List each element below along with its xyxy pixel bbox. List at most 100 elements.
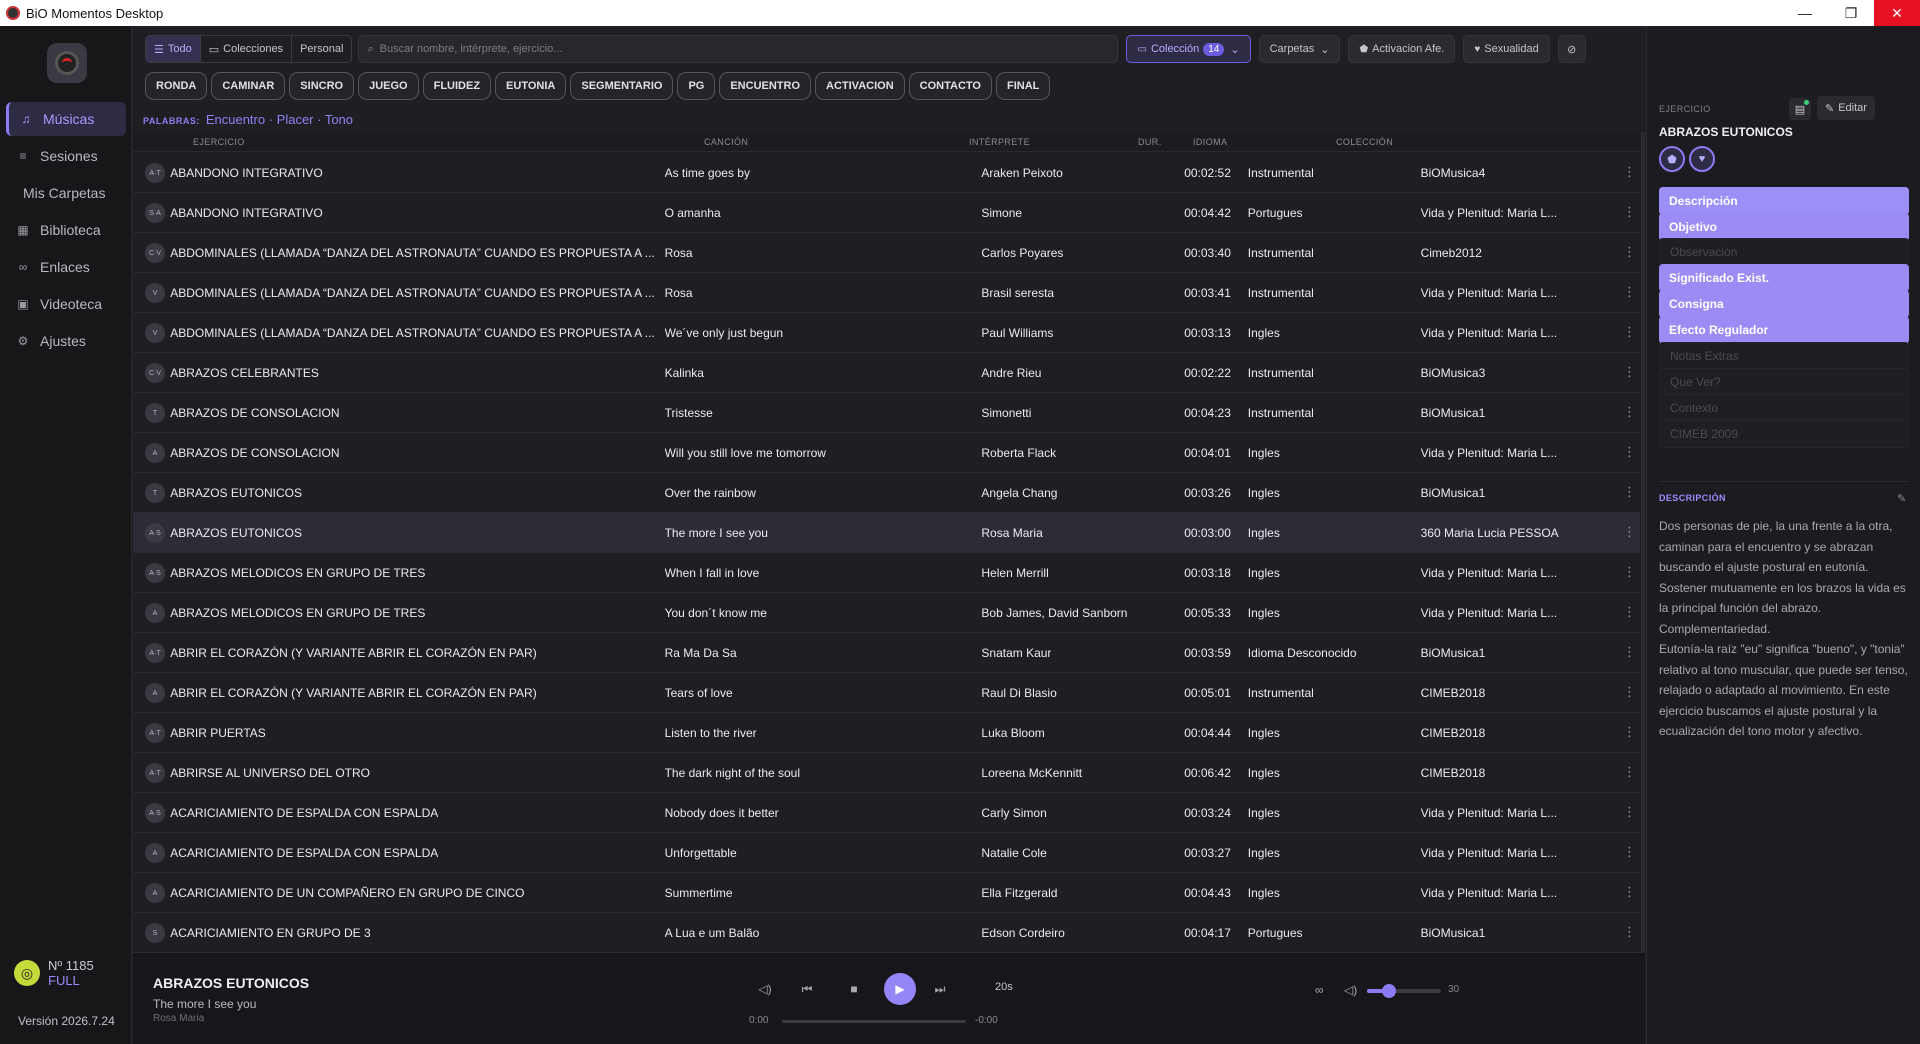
stop-icon[interactable]: ■: [840, 975, 868, 1003]
skip-seconds-button[interactable]: 20s: [995, 981, 1013, 993]
table-row[interactable]: C·V ABDOMINALES (LLAMADA “DANZA DEL ASTRO…: [133, 233, 1640, 273]
category-chip[interactable]: JUEGO: [358, 72, 419, 100]
coleccion-dropdown[interactable]: ▭ Colección 14 ⌄: [1126, 35, 1251, 63]
section-cimeb[interactable]: CIMEB 2009: [1659, 420, 1909, 448]
next-icon[interactable]: ⏭: [926, 975, 954, 1003]
section-notas-extras[interactable]: Notas Extras: [1659, 342, 1909, 370]
section-consigna[interactable]: Consigna: [1659, 290, 1909, 318]
sexualidad-filter-button[interactable]: ♥ Sexualidad: [1463, 35, 1550, 63]
table-row[interactable]: A·S ACARICIAMIENTO DE ESPALDA CON ESPALDA…: [133, 793, 1640, 833]
table-row[interactable]: T ABRAZOS DE CONSOLACION Tristesse Simonett…: [133, 393, 1640, 433]
table-row[interactable]: A ACARICIAMIENTO DE ESPALDA CON ESPALDA Un…: [133, 833, 1640, 873]
row-more-icon[interactable]: ⋮: [1623, 444, 1636, 460]
scope-colecciones[interactable]: ▭ Colecciones: [201, 36, 293, 62]
sidebar-item-ajustes[interactable]: ⚙ Ajustes: [6, 324, 126, 358]
close-button[interactable]: ✕: [1874, 0, 1920, 26]
row-more-icon[interactable]: ⋮: [1623, 524, 1636, 540]
header-coleccion[interactable]: COLECCIÓN: [1336, 137, 1393, 147]
row-more-icon[interactable]: ⋮: [1623, 604, 1636, 620]
table-row[interactable]: A·T ABRIR PUERTAS Listen to the river Luka …: [133, 713, 1640, 753]
category-chip[interactable]: SEGMENTARIO: [570, 72, 674, 100]
row-more-icon[interactable]: ⋮: [1623, 204, 1636, 220]
table-row[interactable]: V ABDOMINALES (LLAMADA “DANZA DEL ASTRONA…: [133, 313, 1640, 353]
category-chip[interactable]: SINCRO: [289, 72, 355, 100]
loop-icon[interactable]: ∞: [1315, 983, 1324, 997]
row-more-icon[interactable]: ⋮: [1623, 844, 1636, 860]
section-observacion[interactable]: Observación: [1659, 238, 1909, 266]
category-chip[interactable]: RONDA: [145, 72, 208, 100]
category-chip[interactable]: PG: [677, 72, 716, 100]
row-more-icon[interactable]: ⋮: [1623, 244, 1636, 260]
clear-filters-button[interactable]: ⊘: [1557, 35, 1586, 63]
row-more-icon[interactable]: ⋮: [1623, 644, 1636, 660]
sidebar-item-sesiones[interactable]: ≡ Sesiones: [6, 139, 126, 173]
pentagon-icon[interactable]: ⬟: [1659, 146, 1685, 172]
app-logo[interactable]: [47, 43, 87, 83]
sidebar-item-musicas[interactable]: ♫ Músicas: [6, 102, 126, 136]
row-more-icon[interactable]: ⋮: [1623, 764, 1636, 780]
keywords-list[interactable]: Encuentro · Placer · Tono: [206, 112, 353, 127]
row-more-icon[interactable]: ⋮: [1623, 164, 1636, 180]
section-significado[interactable]: Significado Exist.: [1659, 264, 1909, 292]
row-more-icon[interactable]: ⋮: [1623, 924, 1636, 940]
table-row[interactable]: C·V ABRAZOS CELEBRANTES Kalinka Andre Rieu 0…: [133, 353, 1640, 393]
row-more-icon[interactable]: ⋮: [1623, 804, 1636, 820]
row-more-icon[interactable]: ⋮: [1623, 724, 1636, 740]
search-input[interactable]: [379, 43, 1080, 55]
scope-personal[interactable]: Personal: [292, 36, 351, 62]
previous-icon[interactable]: ⏮: [793, 975, 821, 1003]
play-icon[interactable]: ▶: [884, 973, 916, 1005]
table-row[interactable]: A ACARICIAMIENTO DE UN COMPAÑERO EN GRUPO…: [133, 873, 1640, 913]
table-row[interactable]: A ABRIR EL CORAZÓN (Y VARIANTE ABRIR EL C…: [133, 673, 1640, 713]
table-row[interactable]: A·S ABRAZOS EUTONICOS The more I see you Ro…: [133, 513, 1640, 553]
table-row[interactable]: T ABRAZOS EUTONICOS Over the rainbow Angela…: [133, 473, 1640, 513]
table-row[interactable]: V ABDOMINALES (LLAMADA “DANZA DEL ASTRONA…: [133, 273, 1640, 313]
table-row[interactable]: S·A ABANDONO INTEGRATIVO O amanha Simone 00:…: [133, 193, 1640, 233]
table-row[interactable]: A·S ABRAZOS MELODICOS EN GRUPO DE TRES Whe…: [133, 553, 1640, 593]
category-chip[interactable]: ACTIVACION: [815, 72, 905, 100]
fade-volume-icon[interactable]: ◁): [751, 975, 779, 1003]
header-idioma[interactable]: IDIOMA: [1193, 137, 1227, 147]
volume-knob[interactable]: [1382, 984, 1397, 998]
category-chip[interactable]: EUTONIA: [495, 72, 567, 100]
category-chip[interactable]: FINAL: [995, 72, 1051, 100]
minimize-button[interactable]: —: [1782, 0, 1828, 26]
table-row[interactable]: A·T ABANDONO INTEGRATIVO As time goes by Ar…: [133, 153, 1640, 193]
progress-bar[interactable]: [782, 1020, 966, 1023]
table-row[interactable]: A·T ABRIRSE AL UNIVERSO DEL OTRO The dark …: [133, 753, 1640, 793]
section-efecto-regulador[interactable]: Efecto Regulador: [1659, 316, 1909, 344]
row-more-icon[interactable]: ⋮: [1623, 284, 1636, 300]
table-scrollbar[interactable]: [1641, 132, 1645, 982]
table-row[interactable]: A ABRAZOS DE CONSOLACION Will you still lo…: [133, 433, 1640, 473]
maximize-button[interactable]: ❐: [1828, 0, 1874, 26]
row-more-icon[interactable]: ⋮: [1623, 324, 1636, 340]
table-row[interactable]: A ABRAZOS MELODICOS EN GRUPO DE TRES You d…: [133, 593, 1640, 633]
carpetas-dropdown[interactable]: Carpetas ⌄: [1258, 35, 1341, 63]
row-more-icon[interactable]: ⋮: [1623, 564, 1636, 580]
row-more-icon[interactable]: ⋮: [1623, 484, 1636, 500]
section-que-ver[interactable]: Que Ver?: [1659, 368, 1909, 396]
section-contexto[interactable]: Contexto: [1659, 394, 1909, 422]
section-objetivo[interactable]: Objetivo: [1659, 213, 1909, 241]
scope-todo[interactable]: ☰ Todo: [146, 36, 201, 62]
header-cancion[interactable]: CANCIÓN: [704, 137, 748, 147]
row-more-icon[interactable]: ⋮: [1623, 364, 1636, 380]
row-more-icon[interactable]: ⋮: [1623, 884, 1636, 900]
volume-icon[interactable]: ◁): [1344, 983, 1357, 997]
activacion-filter-button[interactable]: ⬟ Activacion Afe.: [1348, 35, 1456, 63]
table-row[interactable]: S ACARICIAMIENTO EN GRUPO DE 3 A Lua e um …: [133, 913, 1640, 953]
category-chip[interactable]: ENCUENTRO: [719, 72, 812, 100]
header-interprete[interactable]: INTÉRPRETE: [969, 137, 1030, 147]
category-chip[interactable]: FLUIDEZ: [422, 72, 492, 100]
row-more-icon[interactable]: ⋮: [1623, 404, 1636, 420]
sidebar-item-videoteca[interactable]: ▣ Videoteca: [6, 287, 126, 321]
sidebar-item-biblioteca[interactable]: ▦ Biblioteca: [6, 213, 126, 247]
pencil-icon[interactable]: ✎: [1897, 492, 1906, 505]
sidebar-item-mis-carpetas[interactable]: Mis Carpetas: [6, 176, 126, 210]
document-icon[interactable]: ▤: [1789, 98, 1811, 120]
header-duracion[interactable]: DUR.: [1138, 137, 1162, 147]
section-descripcion[interactable]: Descripción: [1659, 187, 1909, 215]
category-chip[interactable]: CAMINAR: [211, 72, 286, 100]
table-row[interactable]: A·T ABRIR EL CORAZÓN (Y VARIANTE ABRIR EL…: [133, 633, 1640, 673]
row-more-icon[interactable]: ⋮: [1623, 684, 1636, 700]
